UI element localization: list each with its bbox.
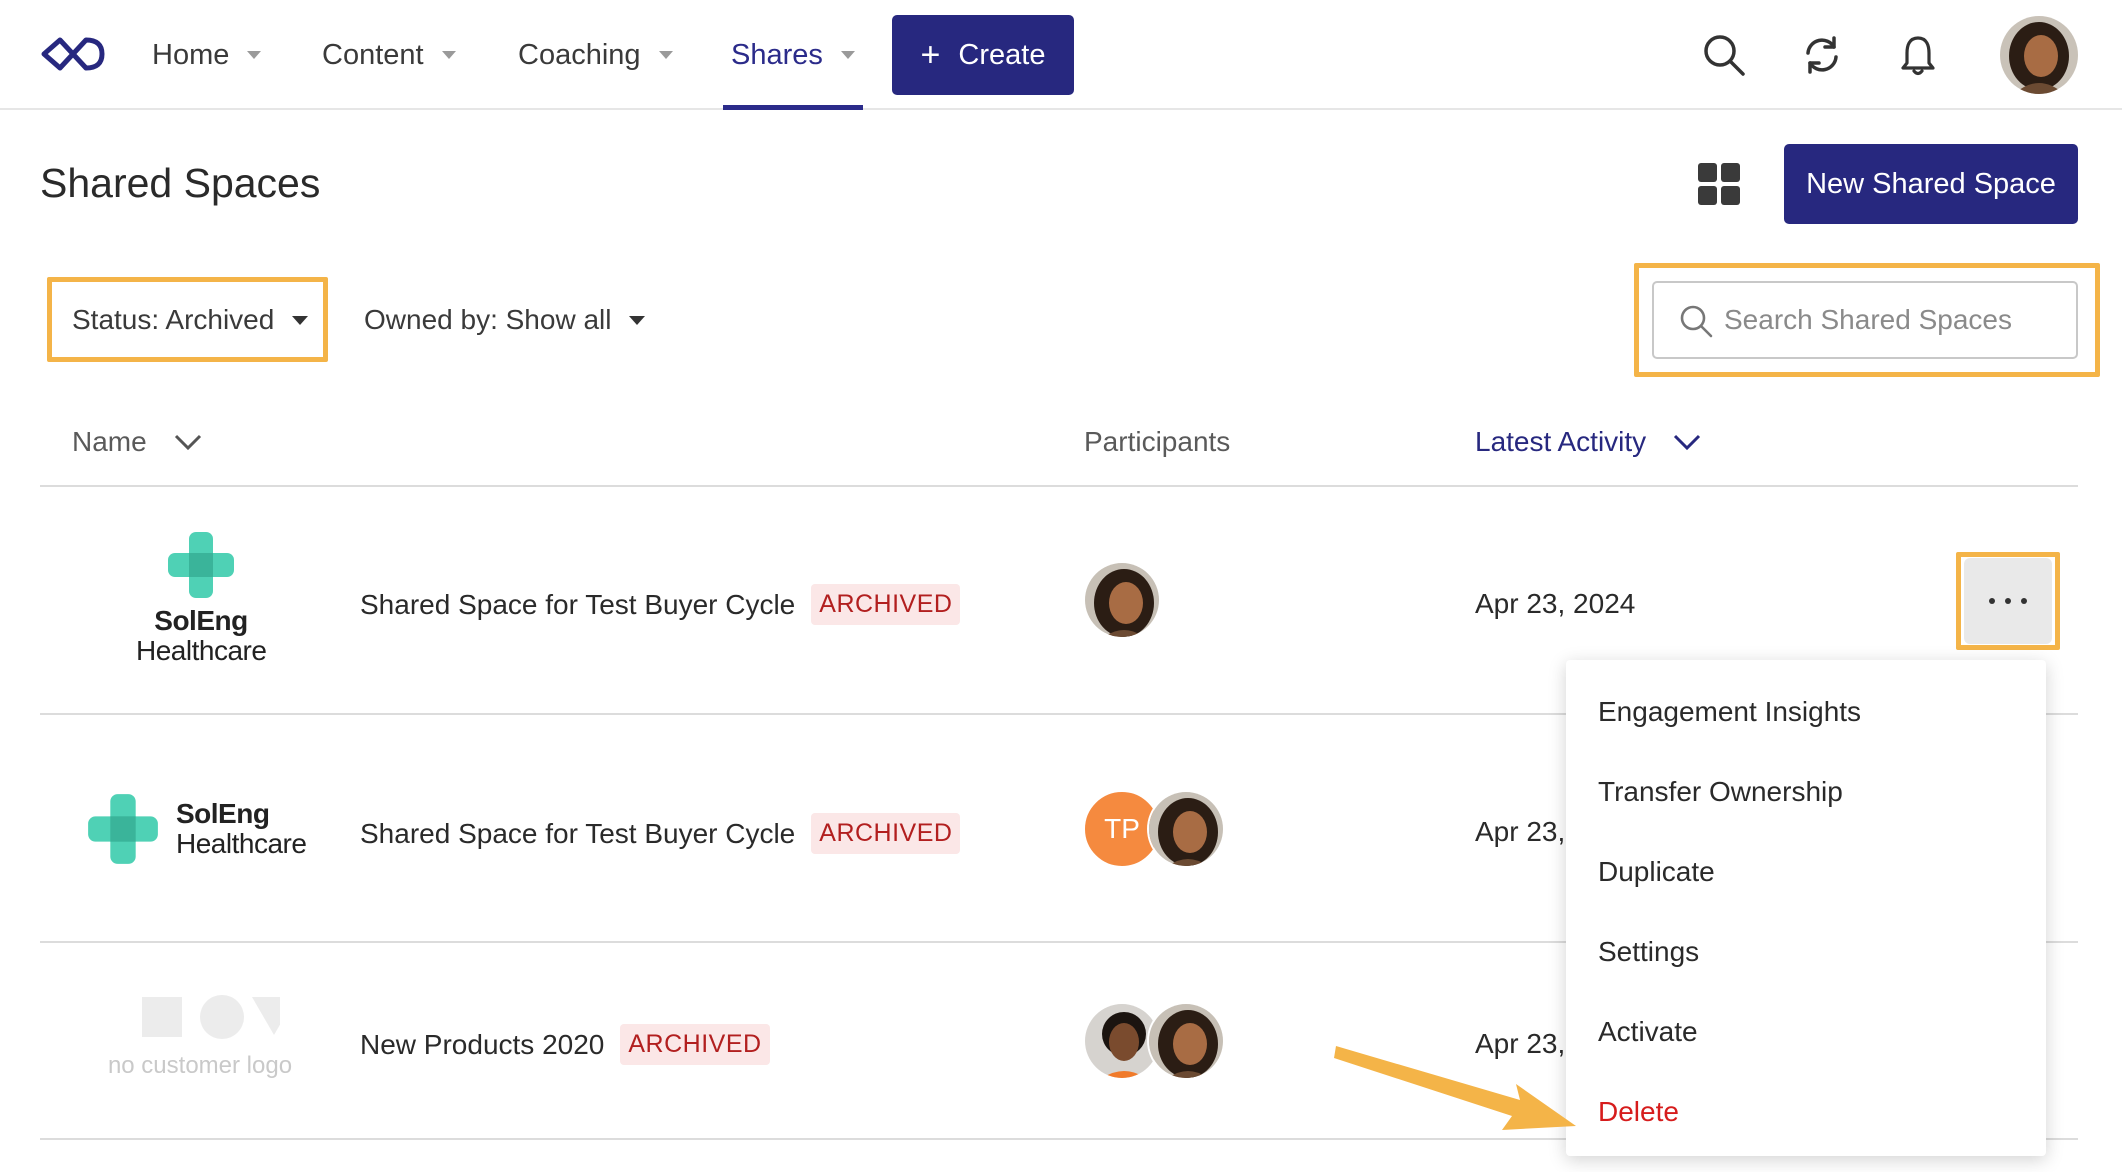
dot-icon	[1989, 598, 1995, 604]
plus-icon: +	[920, 35, 941, 74]
caret-down-icon	[247, 51, 262, 59]
menu-item-transfer-ownership[interactable]: Transfer Ownership	[1566, 752, 2046, 832]
caret-down-icon	[629, 315, 646, 325]
dot-icon	[2021, 598, 2027, 604]
space-name: Shared Space for Test Buyer Cycle	[360, 588, 796, 620]
avatar	[1083, 561, 1161, 639]
menu-item-engagement-insights[interactable]: Engagement Insights	[1566, 672, 2046, 752]
status-badge: ARCHIVED	[620, 1024, 770, 1065]
placeholder-shapes-icon	[142, 995, 296, 1039]
create-button[interactable]: + Create	[892, 15, 1074, 95]
no-customer-logo-placeholder: no customer logo	[100, 993, 300, 1080]
column-latest-activity-label: Latest Activity	[1475, 426, 1647, 457]
caret-down-icon	[658, 51, 673, 59]
status-badge: ARCHIVED	[811, 813, 961, 854]
row-actions-menu: Engagement Insights Transfer Ownership D…	[1566, 660, 2046, 1156]
dot-icon	[2005, 598, 2011, 604]
logo-text-line1: SolEng	[176, 798, 270, 829]
owned-by-filter-label: Owned by: Show all	[364, 304, 612, 335]
search-icon[interactable]	[1702, 33, 1746, 77]
grid-view-icon[interactable]	[1698, 163, 1740, 205]
column-participants-label: Participants	[1084, 426, 1231, 457]
nav-home-label: Home	[152, 38, 230, 71]
column-header-name[interactable]: Name	[72, 420, 203, 464]
logo-text-line1: SolEng	[154, 605, 248, 636]
latest-activity-date: Apr 23,	[1475, 816, 1566, 847]
status-filter-dropdown[interactable]: Status: Archived	[72, 284, 309, 356]
space-name: Shared Space for Test Buyer Cycle	[360, 817, 796, 849]
search-icon	[1680, 305, 1713, 338]
menu-item-activate[interactable]: Activate	[1566, 992, 2046, 1072]
nav-content-label: Content	[322, 38, 424, 71]
owned-by-filter-dropdown[interactable]: Owned by: Show all	[364, 284, 646, 356]
logo-text-line2: Healthcare	[176, 828, 307, 859]
nav-coaching[interactable]: Coaching	[518, 0, 673, 110]
new-shared-space-button[interactable]: New Shared Space	[1784, 144, 2078, 224]
nav-coaching-label: Coaching	[518, 38, 641, 71]
nav-shares-label: Shares	[731, 38, 823, 71]
status-badge: ARCHIVED	[811, 584, 961, 625]
column-header-participants: Participants	[1084, 420, 1230, 464]
customer-logo: SolEng Healthcare	[86, 792, 326, 866]
space-name: New Products 2020	[360, 1028, 605, 1060]
chevron-down-icon	[1674, 434, 1701, 451]
avatar	[1147, 790, 1225, 868]
nav-home[interactable]: Home	[152, 0, 262, 110]
user-avatar[interactable]	[2000, 16, 2078, 94]
latest-activity-date: Apr 23,	[1475, 1028, 1566, 1059]
caret-down-icon	[441, 51, 456, 59]
nav-shares[interactable]: Shares	[723, 0, 863, 110]
medical-cross-icon	[168, 532, 234, 598]
nav-content[interactable]: Content	[322, 0, 456, 110]
header-divider	[40, 485, 2078, 487]
caret-down-icon	[840, 51, 855, 59]
bell-icon[interactable]	[1896, 33, 1940, 77]
more-options-button[interactable]	[1964, 558, 2052, 644]
top-navbar: Home Content Coaching Shares + Create	[0, 0, 2122, 110]
menu-item-settings[interactable]: Settings	[1566, 912, 2046, 992]
sync-icon[interactable]	[1800, 33, 1844, 77]
logo-text-line2: Healthcare	[136, 635, 267, 666]
create-label: Create	[958, 38, 1046, 71]
no-logo-text: no customer logo	[107, 1052, 293, 1079]
medical-cross-icon	[88, 794, 158, 864]
avatar	[1147, 1002, 1225, 1080]
column-header-latest-activity[interactable]: Latest Activity	[1475, 420, 1702, 464]
space-name-cell[interactable]: New Products 2020 ARCHIVED	[360, 1024, 770, 1065]
column-name-label: Name	[72, 426, 147, 457]
menu-item-duplicate[interactable]: Duplicate	[1566, 832, 2046, 912]
space-name-cell[interactable]: Shared Space for Test Buyer Cycle ARCHIV…	[360, 584, 961, 625]
latest-activity-date: Apr 23, 2024	[1475, 588, 1636, 619]
chevron-down-icon	[174, 434, 201, 451]
customer-logo: SolEng Healthcare	[136, 530, 267, 667]
search-shared-spaces	[1652, 281, 2078, 359]
status-filter-label: Status: Archived	[72, 304, 275, 335]
search-input[interactable]	[1724, 304, 2054, 336]
menu-item-delete[interactable]: Delete	[1566, 1072, 2046, 1152]
caret-down-icon	[292, 315, 309, 325]
app-logo[interactable]	[40, 34, 106, 74]
page-title: Shared Spaces	[40, 160, 321, 206]
space-name-cell[interactable]: Shared Space for Test Buyer Cycle ARCHIV…	[360, 813, 961, 854]
